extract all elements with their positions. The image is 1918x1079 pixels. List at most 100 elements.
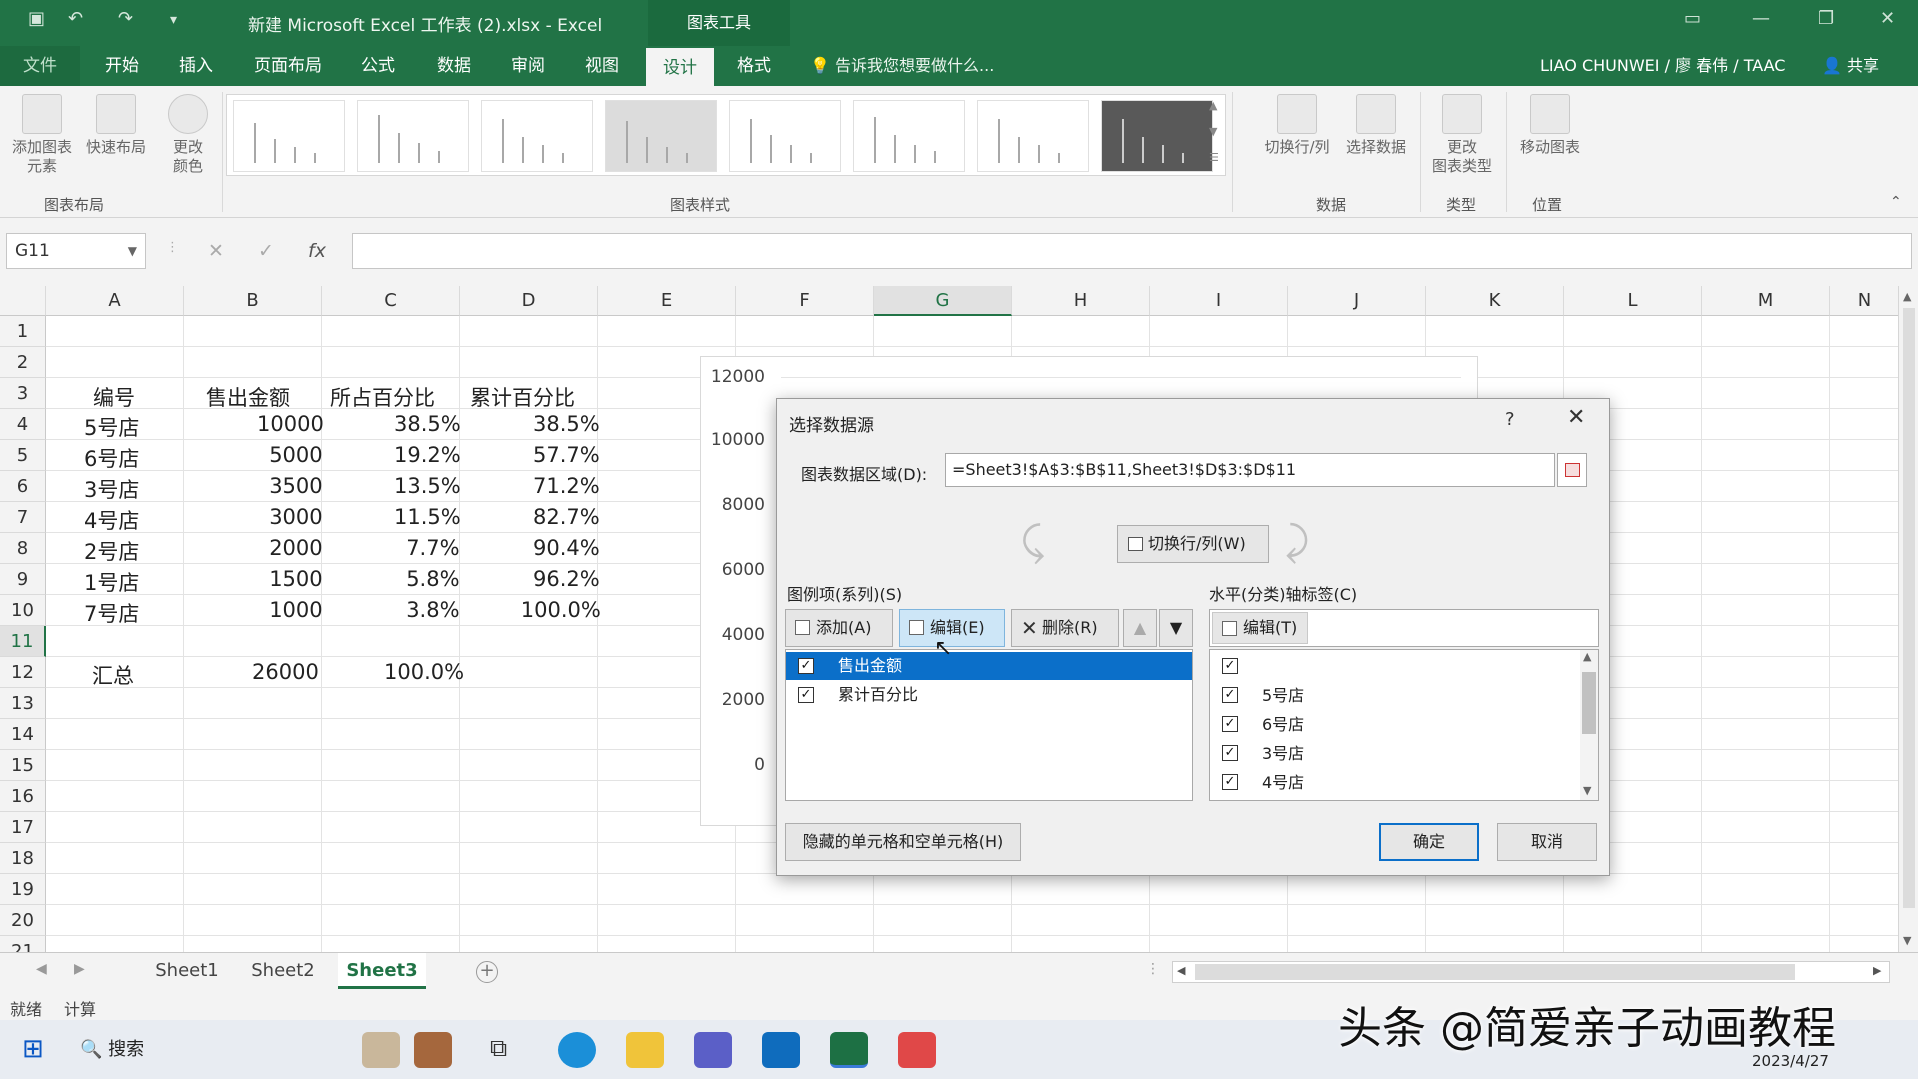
chart-style-thumb-6[interactable] <box>853 100 965 172</box>
table-cell[interactable]: 3.8% <box>406 598 459 622</box>
switch-row-column-button[interactable]: 切换行/列 <box>1256 94 1338 157</box>
sheet-tab-3[interactable]: Sheet3 <box>338 953 426 989</box>
column-header-E[interactable]: E <box>598 286 736 316</box>
scroll-down-icon[interactable]: ▼ <box>1583 784 1591 797</box>
delete-series-button[interactable]: ✕ 删除(R) <box>1011 609 1119 647</box>
axis-item[interactable]: ✓ 6号店 <box>1210 710 1570 739</box>
checkbox-icon[interactable]: ✓ <box>1222 745 1238 761</box>
table-cell[interactable]: 10000 <box>257 412 324 436</box>
prev-sheet-icon[interactable]: ◀ <box>36 961 47 977</box>
tab-view[interactable]: 视图 <box>568 46 636 86</box>
windows-start-icon[interactable]: ⊞ <box>22 1034 44 1064</box>
table-cell[interactable]: 90.4% <box>533 536 600 560</box>
insert-function-icon[interactable]: fx <box>308 240 326 262</box>
scroll-up-icon[interactable]: ▲ <box>1903 290 1911 303</box>
scroll-thumb[interactable] <box>1195 964 1795 980</box>
tab-formulas[interactable]: 公式 <box>344 46 412 86</box>
chevron-down-icon[interactable]: ▼ <box>128 234 137 268</box>
collapse-ribbon-icon[interactable]: ⌃ <box>1890 194 1902 210</box>
select-all-corner[interactable] <box>0 286 46 316</box>
row-header-20[interactable]: 20 <box>0 905 46 936</box>
checkbox-icon[interactable]: ✓ <box>798 658 814 674</box>
row-header-11[interactable]: 11 <box>0 626 46 657</box>
table-cell[interactable]: 5.8% <box>406 567 459 591</box>
column-header-G[interactable]: G <box>874 286 1012 316</box>
column-header-J[interactable]: J <box>1288 286 1426 316</box>
table-cell[interactable]: 7号店 <box>84 598 139 628</box>
row-header-1[interactable]: 1 <box>0 316 46 347</box>
table-cell[interactable]: 6号店 <box>84 443 139 473</box>
add-series-button[interactable]: 添加(A) <box>785 609 893 647</box>
table-cell[interactable]: 100.0% <box>521 598 601 622</box>
restore-icon[interactable]: ❐ <box>1818 8 1834 29</box>
row-header-7[interactable]: 7 <box>0 502 46 533</box>
row-header-13[interactable]: 13 <box>0 688 46 719</box>
row-header-4[interactable]: 4 <box>0 409 46 440</box>
column-header-C[interactable]: C <box>322 286 460 316</box>
move-down-button[interactable]: ▼ <box>1159 609 1193 647</box>
edit-axis-labels-button[interactable]: 编辑(T) <box>1212 612 1308 644</box>
table-cell[interactable]: 38.5% <box>394 412 461 436</box>
chart-style-thumb-7[interactable] <box>977 100 1089 172</box>
recorder-app-icon[interactable] <box>898 1032 936 1068</box>
axis-list-scrollbar[interactable]: ▲ ▼ <box>1580 650 1598 800</box>
tab-home[interactable]: 开始 <box>88 46 156 86</box>
gallery-down-icon[interactable]: ▼ <box>1209 125 1217 138</box>
column-header-F[interactable]: F <box>736 286 874 316</box>
share-button[interactable]: 👤 共享 <box>1822 46 1879 86</box>
series-item[interactable]: ✓ 累计百分比 <box>786 681 1192 709</box>
table-cell[interactable]: 4号店 <box>84 505 139 535</box>
row-header-6[interactable]: 6 <box>0 471 46 502</box>
table-cell[interactable]: 2号店 <box>84 536 139 566</box>
row-header-9[interactable]: 9 <box>0 564 46 595</box>
close-icon[interactable]: ✕ <box>1567 405 1585 430</box>
scroll-up-icon[interactable]: ▲ <box>1583 650 1591 663</box>
chart-style-thumb-4[interactable] <box>605 100 717 172</box>
sheet-tab-2[interactable]: Sheet2 <box>242 953 324 989</box>
outlook-icon[interactable] <box>762 1032 800 1068</box>
file-explorer-icon[interactable] <box>626 1032 664 1068</box>
column-header-H[interactable]: H <box>1012 286 1150 316</box>
select-data-button[interactable]: 选择数据 <box>1338 94 1414 157</box>
axis-item[interactable]: ✓ 5号店 <box>1210 681 1570 710</box>
cell-total-share[interactable]: 100.0% <box>384 660 464 684</box>
tab-data[interactable]: 数据 <box>420 46 488 86</box>
scroll-down-icon[interactable]: ▼ <box>1903 934 1911 947</box>
taskbar-widget-icon[interactable] <box>362 1032 400 1068</box>
row-header-12[interactable]: 12 <box>0 657 46 688</box>
cell-header-id[interactable]: 编号 <box>93 382 135 412</box>
check-icon[interactable]: ✓ <box>258 240 274 262</box>
axis-item[interactable]: ✓ <box>1210 652 1570 681</box>
table-cell[interactable]: 57.7% <box>533 443 600 467</box>
table-cell[interactable]: 5号店 <box>84 412 139 442</box>
table-cell[interactable]: 71.2% <box>533 474 600 498</box>
teams-icon[interactable] <box>694 1032 732 1068</box>
sheet-tab-1[interactable]: Sheet1 <box>146 953 228 989</box>
move-chart-button[interactable]: 移动图表 <box>1510 94 1590 157</box>
chart-style-thumb-2[interactable] <box>357 100 469 172</box>
table-cell[interactable]: 3500 <box>269 474 322 498</box>
hidden-empty-cells-button[interactable]: 隐藏的单元格和空单元格(H) <box>785 823 1021 861</box>
formula-input[interactable] <box>352 233 1912 269</box>
column-header-B[interactable]: B <box>184 286 322 316</box>
scroll-thumb[interactable] <box>1903 308 1915 908</box>
axis-item[interactable]: ✓ 3号店 <box>1210 739 1570 768</box>
ok-button[interactable]: 确定 <box>1379 823 1479 861</box>
undo-icon[interactable]: ↶ <box>68 8 83 29</box>
table-cell[interactable]: 38.5% <box>533 412 600 436</box>
cell-total-sales[interactable]: 26000 <box>252 660 319 684</box>
table-cell[interactable]: 3000 <box>269 505 322 529</box>
row-header-14[interactable]: 14 <box>0 719 46 750</box>
name-box[interactable]: G11 ▼ <box>6 233 146 269</box>
checkbox-icon[interactable]: ✓ <box>1222 716 1238 732</box>
cancel-icon[interactable]: ✕ <box>208 240 224 262</box>
minimize-icon[interactable]: — <box>1752 8 1770 29</box>
cancel-button[interactable]: 取消 <box>1497 823 1597 861</box>
column-header-A[interactable]: A <box>46 286 184 316</box>
table-cell[interactable]: 1号店 <box>84 567 139 597</box>
table-cell[interactable]: 7.7% <box>406 536 459 560</box>
chart-style-thumb-3[interactable] <box>481 100 593 172</box>
checkbox-icon[interactable]: ✓ <box>1222 774 1238 790</box>
table-cell[interactable]: 11.5% <box>394 505 461 529</box>
column-header-M[interactable]: M <box>1702 286 1830 316</box>
